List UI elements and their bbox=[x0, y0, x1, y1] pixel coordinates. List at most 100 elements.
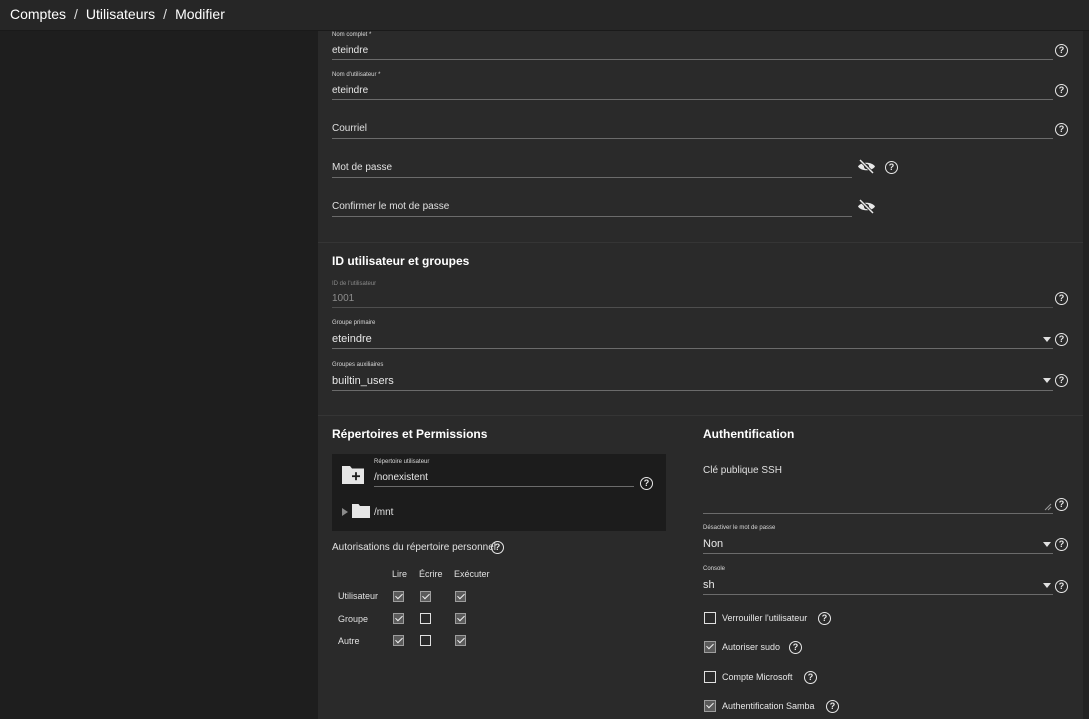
username-field: Nom d'utilisateur * eteindre bbox=[332, 72, 1053, 100]
aux-groups-select[interactable]: Groupes auxiliaires builtin_users bbox=[332, 362, 1053, 391]
password-label: Mot de passe bbox=[332, 162, 393, 173]
primary-group-label: Groupe primaire bbox=[332, 320, 376, 326]
username-input[interactable]: eteindre bbox=[332, 85, 368, 96]
sidebar bbox=[0, 31, 318, 719]
home-directory-label: Répertoire utilisateur bbox=[374, 459, 430, 465]
perm-checkbox-group-execute[interactable] bbox=[455, 613, 466, 624]
perm-checkbox-group-write[interactable] bbox=[420, 613, 431, 624]
allow-sudo-checkbox[interactable] bbox=[704, 641, 716, 653]
username-label: Nom d'utilisateur * bbox=[332, 72, 381, 78]
uid-input: 1001 bbox=[332, 293, 355, 304]
help-icon[interactable]: ? bbox=[1055, 333, 1068, 346]
chevron-down-icon[interactable] bbox=[1043, 337, 1051, 342]
ssh-key-underline bbox=[703, 513, 1053, 514]
samba-auth-checkbox[interactable] bbox=[704, 700, 716, 712]
shell-underline bbox=[703, 594, 1053, 595]
email-field[interactable]: Courriel bbox=[332, 118, 1053, 139]
help-icon[interactable]: ? bbox=[1055, 44, 1068, 57]
perm-header-write: Écrire bbox=[419, 569, 443, 579]
perm-row-user-label: Utilisateur bbox=[338, 591, 379, 601]
help-icon[interactable]: ? bbox=[885, 161, 898, 174]
shell-value: sh bbox=[703, 579, 715, 591]
chevron-down-icon[interactable] bbox=[1043, 542, 1051, 547]
auth-title: Authentification bbox=[703, 427, 795, 441]
ssh-key-textarea[interactable]: Clé publique SSH bbox=[703, 465, 1053, 514]
lock-user-checkbox[interactable] bbox=[704, 612, 716, 624]
help-icon[interactable]: ? bbox=[640, 477, 653, 490]
help-icon[interactable]: ? bbox=[491, 541, 504, 554]
shell-select[interactable]: Console sh bbox=[703, 566, 1053, 595]
help-icon[interactable]: ? bbox=[1055, 538, 1068, 551]
perm-checkbox-other-read[interactable] bbox=[393, 635, 404, 646]
breadcrumb-comptes[interactable]: Comptes bbox=[10, 6, 66, 22]
perm-header-execute: Exécuter bbox=[454, 569, 490, 579]
perm-checkbox-user-read[interactable] bbox=[393, 591, 404, 602]
eye-off-icon[interactable] bbox=[857, 199, 876, 214]
breadcrumb-separator: / bbox=[163, 6, 168, 22]
chevron-down-icon[interactable] bbox=[1043, 583, 1051, 588]
help-icon[interactable]: ? bbox=[1055, 580, 1068, 593]
chevron-down-icon[interactable] bbox=[1043, 378, 1051, 383]
confirm-password-field[interactable]: Confirmer le mot de passe bbox=[332, 196, 852, 217]
email-label: Courriel bbox=[332, 123, 368, 134]
home-directory-field: Répertoire utilisateur /nonexistent bbox=[374, 459, 634, 487]
perm-checkbox-other-write[interactable] bbox=[420, 635, 431, 646]
help-icon[interactable]: ? bbox=[804, 671, 817, 684]
breadcrumb-utilisateurs[interactable]: Utilisateurs bbox=[86, 6, 155, 22]
perm-checkbox-user-write[interactable] bbox=[420, 591, 431, 602]
breadcrumb-modifier: Modifier bbox=[175, 6, 225, 22]
microsoft-account-checkbox[interactable] bbox=[704, 671, 716, 683]
aux-groups-label: Groupes auxiliaires bbox=[332, 362, 384, 368]
directories-title: Répertoires et Permissions bbox=[332, 427, 488, 441]
full-name-input[interactable]: eteindre bbox=[332, 45, 368, 56]
aux-groups-underline bbox=[332, 390, 1053, 391]
aux-groups-value: builtin_users bbox=[332, 375, 394, 387]
full-name-field: Nom complet * eteindre bbox=[332, 32, 1053, 60]
uid-underline bbox=[332, 307, 1053, 308]
full-name-label: Nom complet * bbox=[332, 32, 372, 38]
perm-header-read: Lire bbox=[392, 569, 408, 579]
uid-field: ID de l'utilisateur 1001 bbox=[332, 281, 1053, 308]
folder-add-icon[interactable] bbox=[341, 463, 365, 485]
breadcrumb-separator: / bbox=[74, 6, 78, 22]
help-icon[interactable]: ? bbox=[818, 612, 831, 625]
perm-checkbox-other-execute[interactable] bbox=[455, 635, 466, 646]
scrollbar[interactable] bbox=[1083, 31, 1089, 719]
primary-group-underline bbox=[332, 348, 1053, 349]
home-directory-underline bbox=[374, 486, 634, 487]
samba-auth-label: Authentification Samba bbox=[722, 701, 815, 711]
perm-checkbox-user-execute[interactable] bbox=[455, 591, 466, 602]
perm-row-group-label: Groupe bbox=[338, 614, 369, 624]
disable-password-underline bbox=[703, 553, 1053, 554]
folder-icon bbox=[352, 504, 370, 518]
primary-group-select[interactable]: Groupe primaire eteindre bbox=[332, 320, 1053, 349]
help-icon[interactable]: ? bbox=[1055, 292, 1068, 305]
uid-label: ID de l'utilisateur bbox=[332, 281, 377, 287]
help-icon[interactable]: ? bbox=[1055, 374, 1068, 387]
top-bar: Comptes / Utilisateurs / Modifier bbox=[0, 0, 1089, 31]
password-field[interactable]: Mot de passe bbox=[332, 157, 852, 178]
perm-row-other-label: Autre bbox=[338, 636, 360, 646]
tree-item-mnt[interactable]: /mnt bbox=[374, 507, 393, 518]
disable-password-value: Non bbox=[703, 538, 724, 550]
help-icon[interactable]: ? bbox=[826, 700, 839, 713]
disable-password-select[interactable]: Désactiver le mot de passe Non bbox=[703, 525, 1053, 554]
email-underline bbox=[332, 138, 1053, 139]
confirm-password-underline bbox=[332, 216, 852, 217]
help-icon[interactable]: ? bbox=[1055, 123, 1068, 136]
eye-off-icon[interactable] bbox=[857, 159, 876, 174]
lock-user-label: Verrouiller l'utilisateur bbox=[722, 613, 808, 623]
password-underline bbox=[332, 177, 852, 178]
resize-handle-icon[interactable] bbox=[1044, 503, 1052, 511]
help-icon[interactable]: ? bbox=[789, 641, 802, 654]
help-icon[interactable]: ? bbox=[1055, 84, 1068, 97]
help-icon[interactable]: ? bbox=[1055, 498, 1068, 511]
allow-sudo-label: Autoriser sudo bbox=[722, 642, 781, 652]
home-directory-input[interactable]: /nonexistent bbox=[374, 472, 428, 483]
section-divider bbox=[318, 242, 1089, 243]
expand-arrow-icon[interactable] bbox=[342, 508, 348, 516]
primary-group-value: eteindre bbox=[332, 333, 372, 345]
perm-checkbox-group-read[interactable] bbox=[393, 613, 404, 624]
microsoft-account-label: Compte Microsoft bbox=[722, 672, 793, 682]
full-name-underline bbox=[332, 59, 1053, 60]
